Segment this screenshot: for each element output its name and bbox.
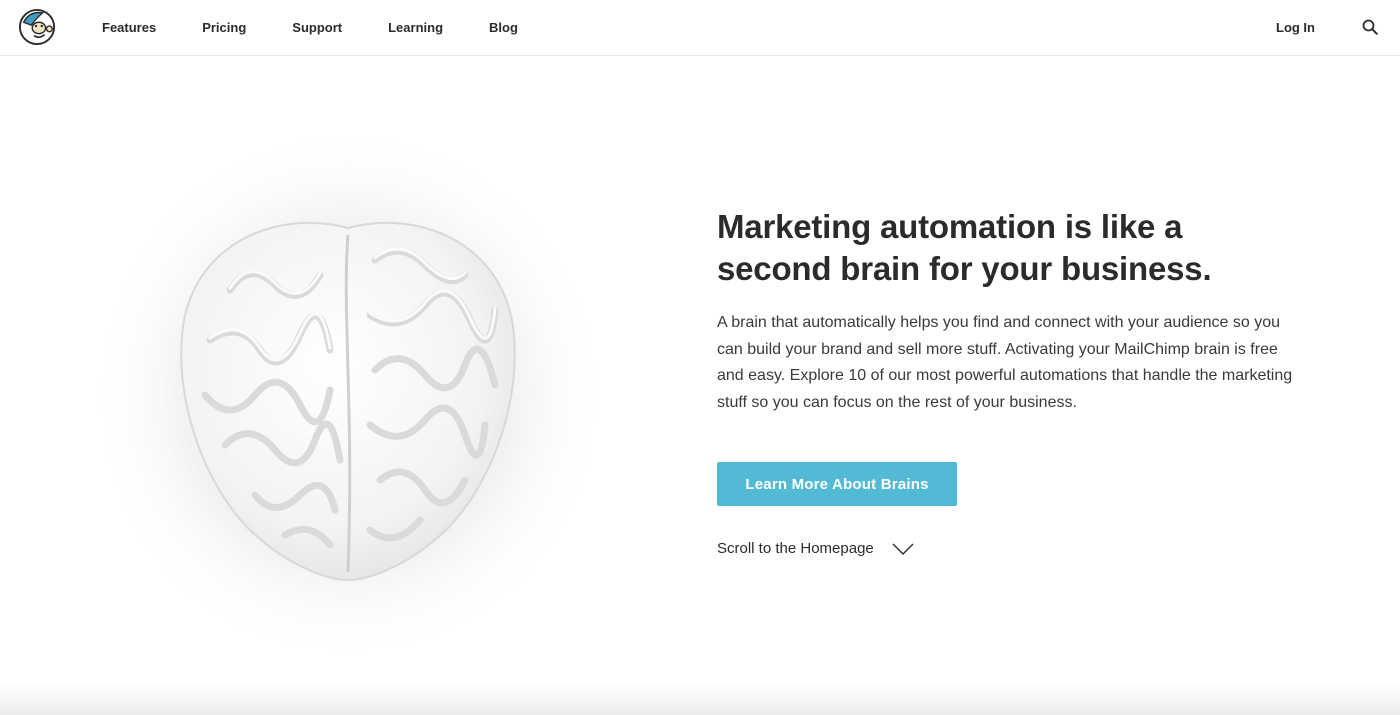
brain-illustration [88, 125, 608, 665]
nav-learning[interactable]: Learning [388, 0, 443, 56]
headline-line-1: Marketing automation is like a [717, 208, 1183, 245]
nav-pricing[interactable]: Pricing [202, 0, 246, 56]
mailchimp-freddie-icon [18, 8, 56, 46]
top-navigation-bar: Features Pricing Support Learning Blog L… [0, 0, 1400, 56]
nav-support[interactable]: Support [292, 0, 342, 56]
headline-line-2: second brain for your business. [717, 250, 1212, 287]
hero-description: A brain that automatically helps you fin… [717, 314, 1293, 411]
scroll-to-homepage-link[interactable]: Scroll to the Homepage [717, 540, 914, 557]
nav-blog[interactable]: Blog [489, 0, 518, 56]
login-link[interactable]: Log In [1276, 0, 1315, 56]
hero-content: Marketing automation is like a second br… [717, 206, 1317, 557]
learn-more-button[interactable]: Learn More About Brains [717, 462, 957, 506]
nav-features[interactable]: Features [102, 0, 156, 56]
scroll-link-label: Scroll to the Homepage [717, 540, 874, 557]
chevron-down-icon [892, 543, 914, 555]
next-section-edge [0, 683, 1400, 715]
page-title: Marketing automation is like a second br… [717, 206, 1317, 290]
search-icon[interactable] [1362, 19, 1378, 35]
primary-nav: Features Pricing Support Learning Blog [102, 0, 564, 56]
